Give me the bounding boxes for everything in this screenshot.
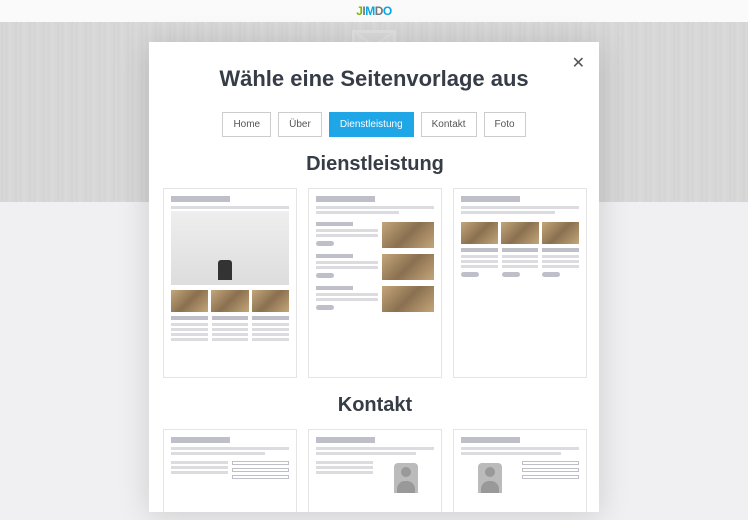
template-picker-modal: ✕ Wähle eine Seitenvorlage aus Home Über… xyxy=(149,42,599,512)
filter-dienstleistung[interactable]: Dienstleistung xyxy=(329,112,414,137)
section-title-dienstleistung: Dienstleistung xyxy=(163,153,587,176)
filter-kontakt[interactable]: Kontakt xyxy=(421,112,477,137)
close-icon[interactable]: ✕ xyxy=(572,56,585,72)
modal-title: Wähle eine Seitenvorlage aus xyxy=(149,42,599,106)
avatar-icon xyxy=(478,463,502,493)
template-grid-kontakt xyxy=(163,429,587,512)
template-card[interactable] xyxy=(308,188,442,378)
template-card[interactable] xyxy=(453,188,587,378)
template-card[interactable] xyxy=(163,429,297,512)
filter-row: Home Über Dienstleistung Kontakt Foto xyxy=(149,106,599,149)
top-bar: JIMDO xyxy=(0,0,748,22)
filter-foto[interactable]: Foto xyxy=(484,112,526,137)
section-title-kontakt: Kontakt xyxy=(163,394,587,417)
jimdo-logo: JIMDO xyxy=(356,4,392,18)
template-card[interactable] xyxy=(308,429,442,512)
template-scroll-area[interactable]: Dienstleistung xyxy=(149,149,599,512)
filter-home[interactable]: Home xyxy=(222,112,271,137)
template-card[interactable] xyxy=(453,429,587,512)
template-grid-dienstleistung xyxy=(163,188,587,378)
filter-ueber[interactable]: Über xyxy=(278,112,322,137)
template-card[interactable] xyxy=(163,188,297,378)
avatar-icon xyxy=(394,463,418,493)
